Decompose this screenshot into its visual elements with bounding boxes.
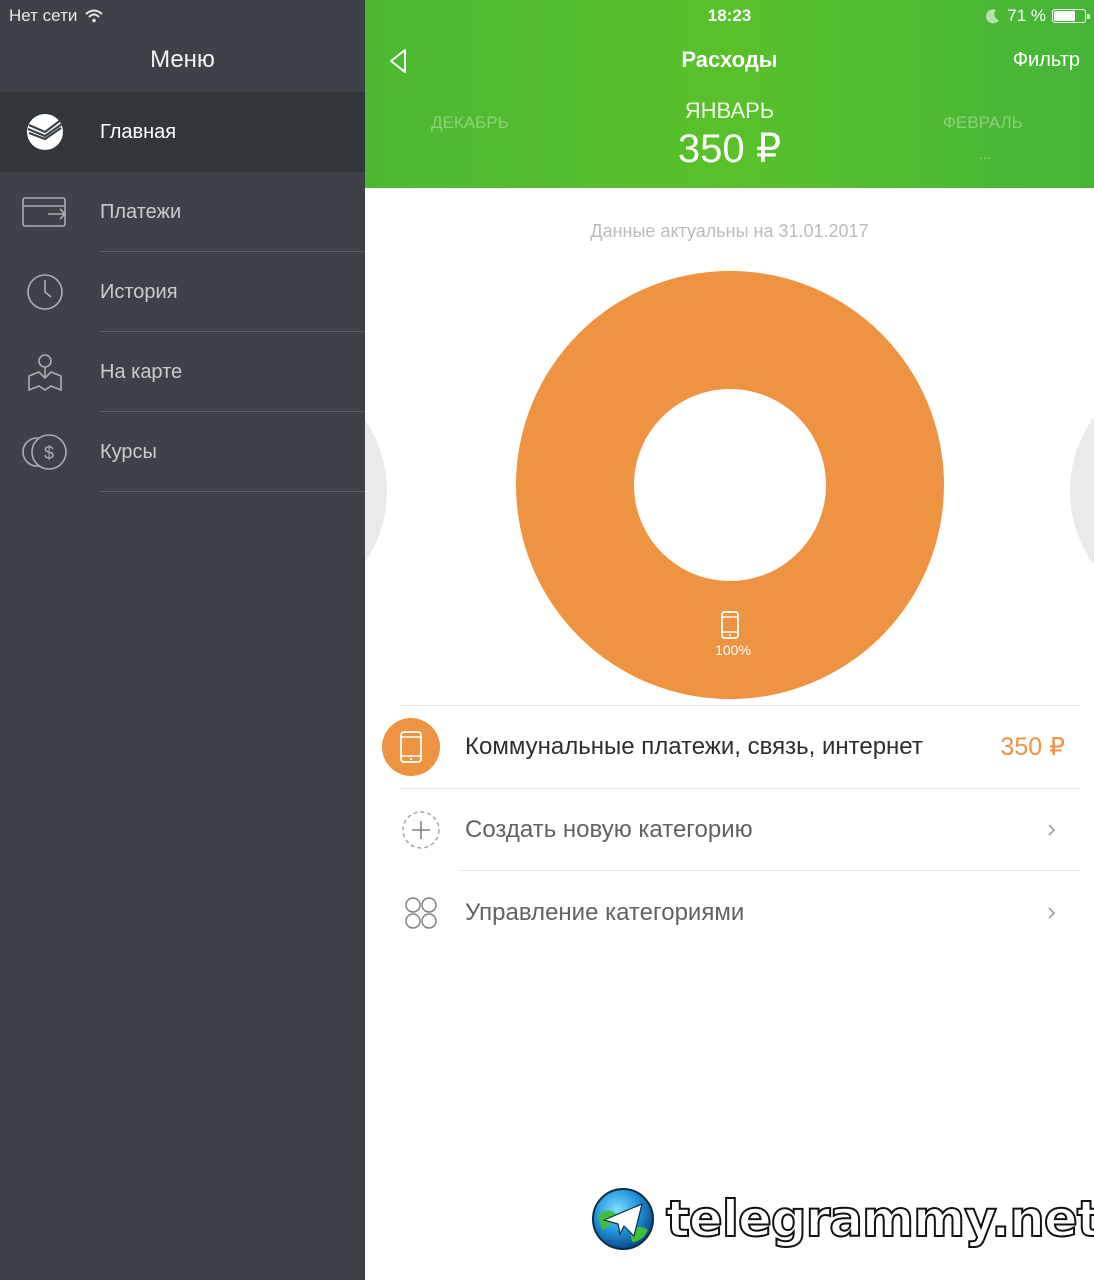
manage-categories-label: Управление категориями	[465, 899, 745, 926]
watermark-text: telegrammy.net	[665, 1189, 1094, 1249]
status-network: Нет сети	[9, 6, 104, 26]
data-actual-date: Данные актуальны на 31.01.2017	[590, 221, 869, 241]
sidebar-item-label: Главная	[100, 120, 177, 143]
chevron-right-icon	[1048, 824, 1056, 836]
page-title: Расходы	[681, 47, 778, 72]
manage-categories-button[interactable]: Управление категориями	[365, 873, 1094, 953]
network-status-text: Нет сети	[9, 6, 78, 25]
row-divider	[401, 705, 1080, 706]
menu-list: Главная Платежи История На карте $ Курсы	[0, 92, 365, 492]
currency-dollar-icon: $	[22, 429, 68, 475]
category-icon	[382, 718, 440, 776]
expenses-header: 18:23 71 % Расходы Фильтр ДЕКАБРЬ ЯНВАРЬ…	[365, 0, 1094, 188]
globe-paper-plane-icon	[592, 1188, 654, 1250]
category-name: Коммунальные платежи, связь, интернет	[465, 733, 923, 760]
filter-button[interactable]: Фильтр	[1013, 49, 1080, 72]
grid-circles-icon	[405, 897, 437, 929]
sidebar-item-history[interactable]: История	[0, 252, 365, 332]
watermark: telegrammy.net	[590, 1186, 1094, 1252]
wifi-icon	[85, 9, 104, 23]
map-person-icon	[22, 349, 68, 395]
sidebar-item-map[interactable]: На карте	[0, 332, 365, 412]
battery-level	[1054, 11, 1075, 21]
sberbank-logo-icon	[22, 109, 68, 155]
expenses-screen: 18:23 71 % Расходы Фильтр ДЕКАБРЬ ЯНВАРЬ…	[365, 0, 1094, 1280]
svg-text:$: $	[44, 443, 54, 463]
sidebar-item-home[interactable]: Главная	[0, 92, 365, 172]
sidebar-item-label: Курсы	[100, 440, 157, 463]
sidebar-item-payments[interactable]: Платежи	[0, 172, 365, 252]
prev-month-chart-preview[interactable]	[365, 365, 387, 617]
next-month-chart-preview[interactable]	[1070, 365, 1094, 617]
card-transfer-icon	[22, 189, 68, 235]
row-divider	[399, 788, 1080, 789]
add-circle-icon	[402, 811, 440, 849]
sidebar-item-label: История	[100, 280, 178, 303]
phone-icon	[721, 611, 739, 639]
row-divider	[461, 870, 1080, 871]
next-month-dots: ...	[979, 146, 991, 162]
slice-percent-label: 100%	[715, 642, 751, 658]
category-amount: 350 ₽	[1000, 733, 1065, 761]
create-category-button[interactable]: Создать новую категорию	[365, 790, 1094, 870]
sidebar-item-label: На карте	[100, 360, 183, 383]
create-category-label: Создать новую категорию	[465, 816, 753, 843]
clock-icon	[22, 269, 68, 315]
battery-percent: 71 %	[1007, 6, 1046, 25]
menu-divider	[100, 491, 365, 492]
chevron-right-icon	[1048, 907, 1056, 919]
next-month-tab[interactable]: ФЕВРАЛЬ	[943, 113, 1023, 133]
sidebar-menu: Нет сети Меню Главная Платежи История На…	[0, 0, 365, 1280]
moon-icon	[986, 9, 1000, 24]
status-battery: 71 %	[985, 6, 1090, 26]
sidebar-item-label: Платежи	[100, 200, 182, 223]
category-row[interactable]: Коммунальные платежи, связь, интернет 35…	[365, 708, 1094, 788]
battery-tip	[1087, 14, 1090, 19]
menu-title: Меню	[150, 46, 215, 73]
battery-icon	[1052, 9, 1090, 23]
sidebar-item-rates[interactable]: $ Курсы	[0, 412, 365, 492]
phone-icon	[400, 731, 422, 763]
